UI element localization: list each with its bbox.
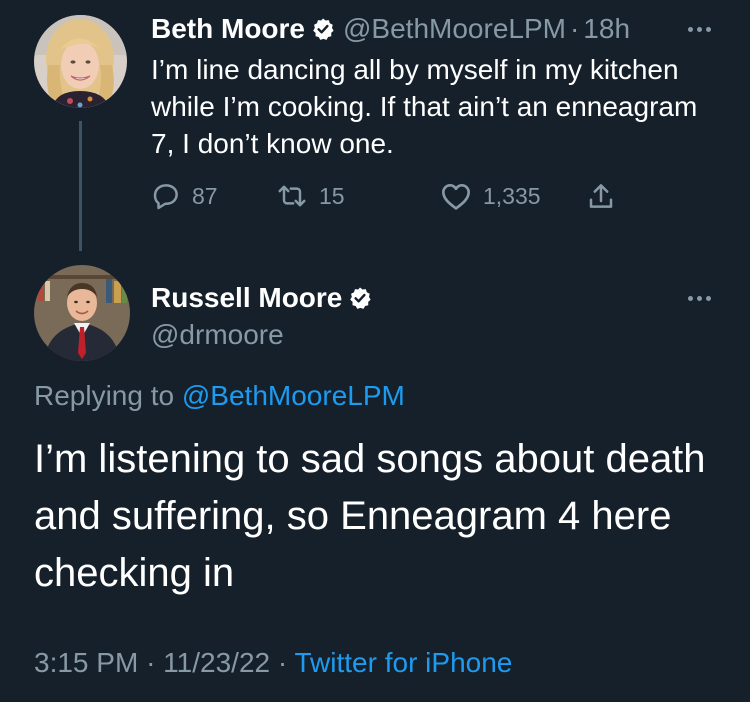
beth-moore-avatar-image: [34, 15, 127, 108]
parent-author-handle[interactable]: @BethMooreLPM: [343, 13, 566, 45]
reply-button[interactable]: 87: [151, 178, 218, 214]
replying-to-prefix: Replying to: [34, 380, 175, 411]
main-tweet-author-row: Russell Moore: [151, 280, 380, 316]
share-icon: [589, 184, 613, 208]
main-tweet-text: I’m listening to sad songs about death a…: [34, 437, 706, 595]
meta-separator: ·: [277, 647, 288, 678]
more-icon[interactable]: [688, 27, 711, 32]
tweet-time[interactable]: 3:15 PM: [34, 647, 138, 678]
main-author-handle[interactable]: @drmoore: [151, 318, 284, 352]
parent-tweet-header: Beth Moore @BethMooreLPM · 18h: [151, 11, 630, 47]
like-icon: [442, 184, 470, 210]
like-button[interactable]: 1,335: [440, 178, 541, 214]
russell-moore-avatar-image: [34, 265, 130, 361]
thread-connector-line: [79, 121, 82, 251]
russell-moore-avatar[interactable]: [34, 265, 130, 361]
reply-count: 87: [192, 182, 218, 209]
more-icon[interactable]: [688, 296, 711, 301]
main-author-name[interactable]: Russell Moore: [151, 282, 342, 314]
tweet-date[interactable]: 11/23/22: [163, 647, 270, 678]
parent-author-name[interactable]: Beth Moore: [151, 13, 305, 45]
replying-to-line: Replying to @BethMooreLPM: [34, 378, 405, 414]
parent-tweet-text: I’m line dancing all by myself in my kit…: [151, 54, 698, 159]
meta-separator: ·: [146, 647, 156, 678]
header-separator: ·: [569, 13, 580, 44]
tweet-thread-view: Beth Moore @BethMooreLPM · 18h I’m line …: [0, 0, 750, 702]
retweet-icon: [278, 185, 306, 207]
verified-icon: [348, 286, 372, 310]
like-count: 1,335: [483, 182, 541, 209]
retweet-count: 15: [319, 182, 345, 209]
verified-icon: [311, 17, 335, 41]
tweet-meta-line: 3:15 PM · 11/23/22 · Twitter for iPhone: [34, 645, 512, 681]
beth-moore-avatar[interactable]: [34, 15, 127, 108]
replying-to-link[interactable]: @BethMooreLPM: [182, 380, 405, 411]
retweet-button[interactable]: 15: [276, 178, 345, 214]
parent-tweet-time[interactable]: 18h: [583, 13, 630, 45]
share-button[interactable]: [587, 178, 626, 214]
tweet-source-link[interactable]: Twitter for iPhone: [294, 647, 512, 678]
reply-icon: [153, 184, 178, 210]
